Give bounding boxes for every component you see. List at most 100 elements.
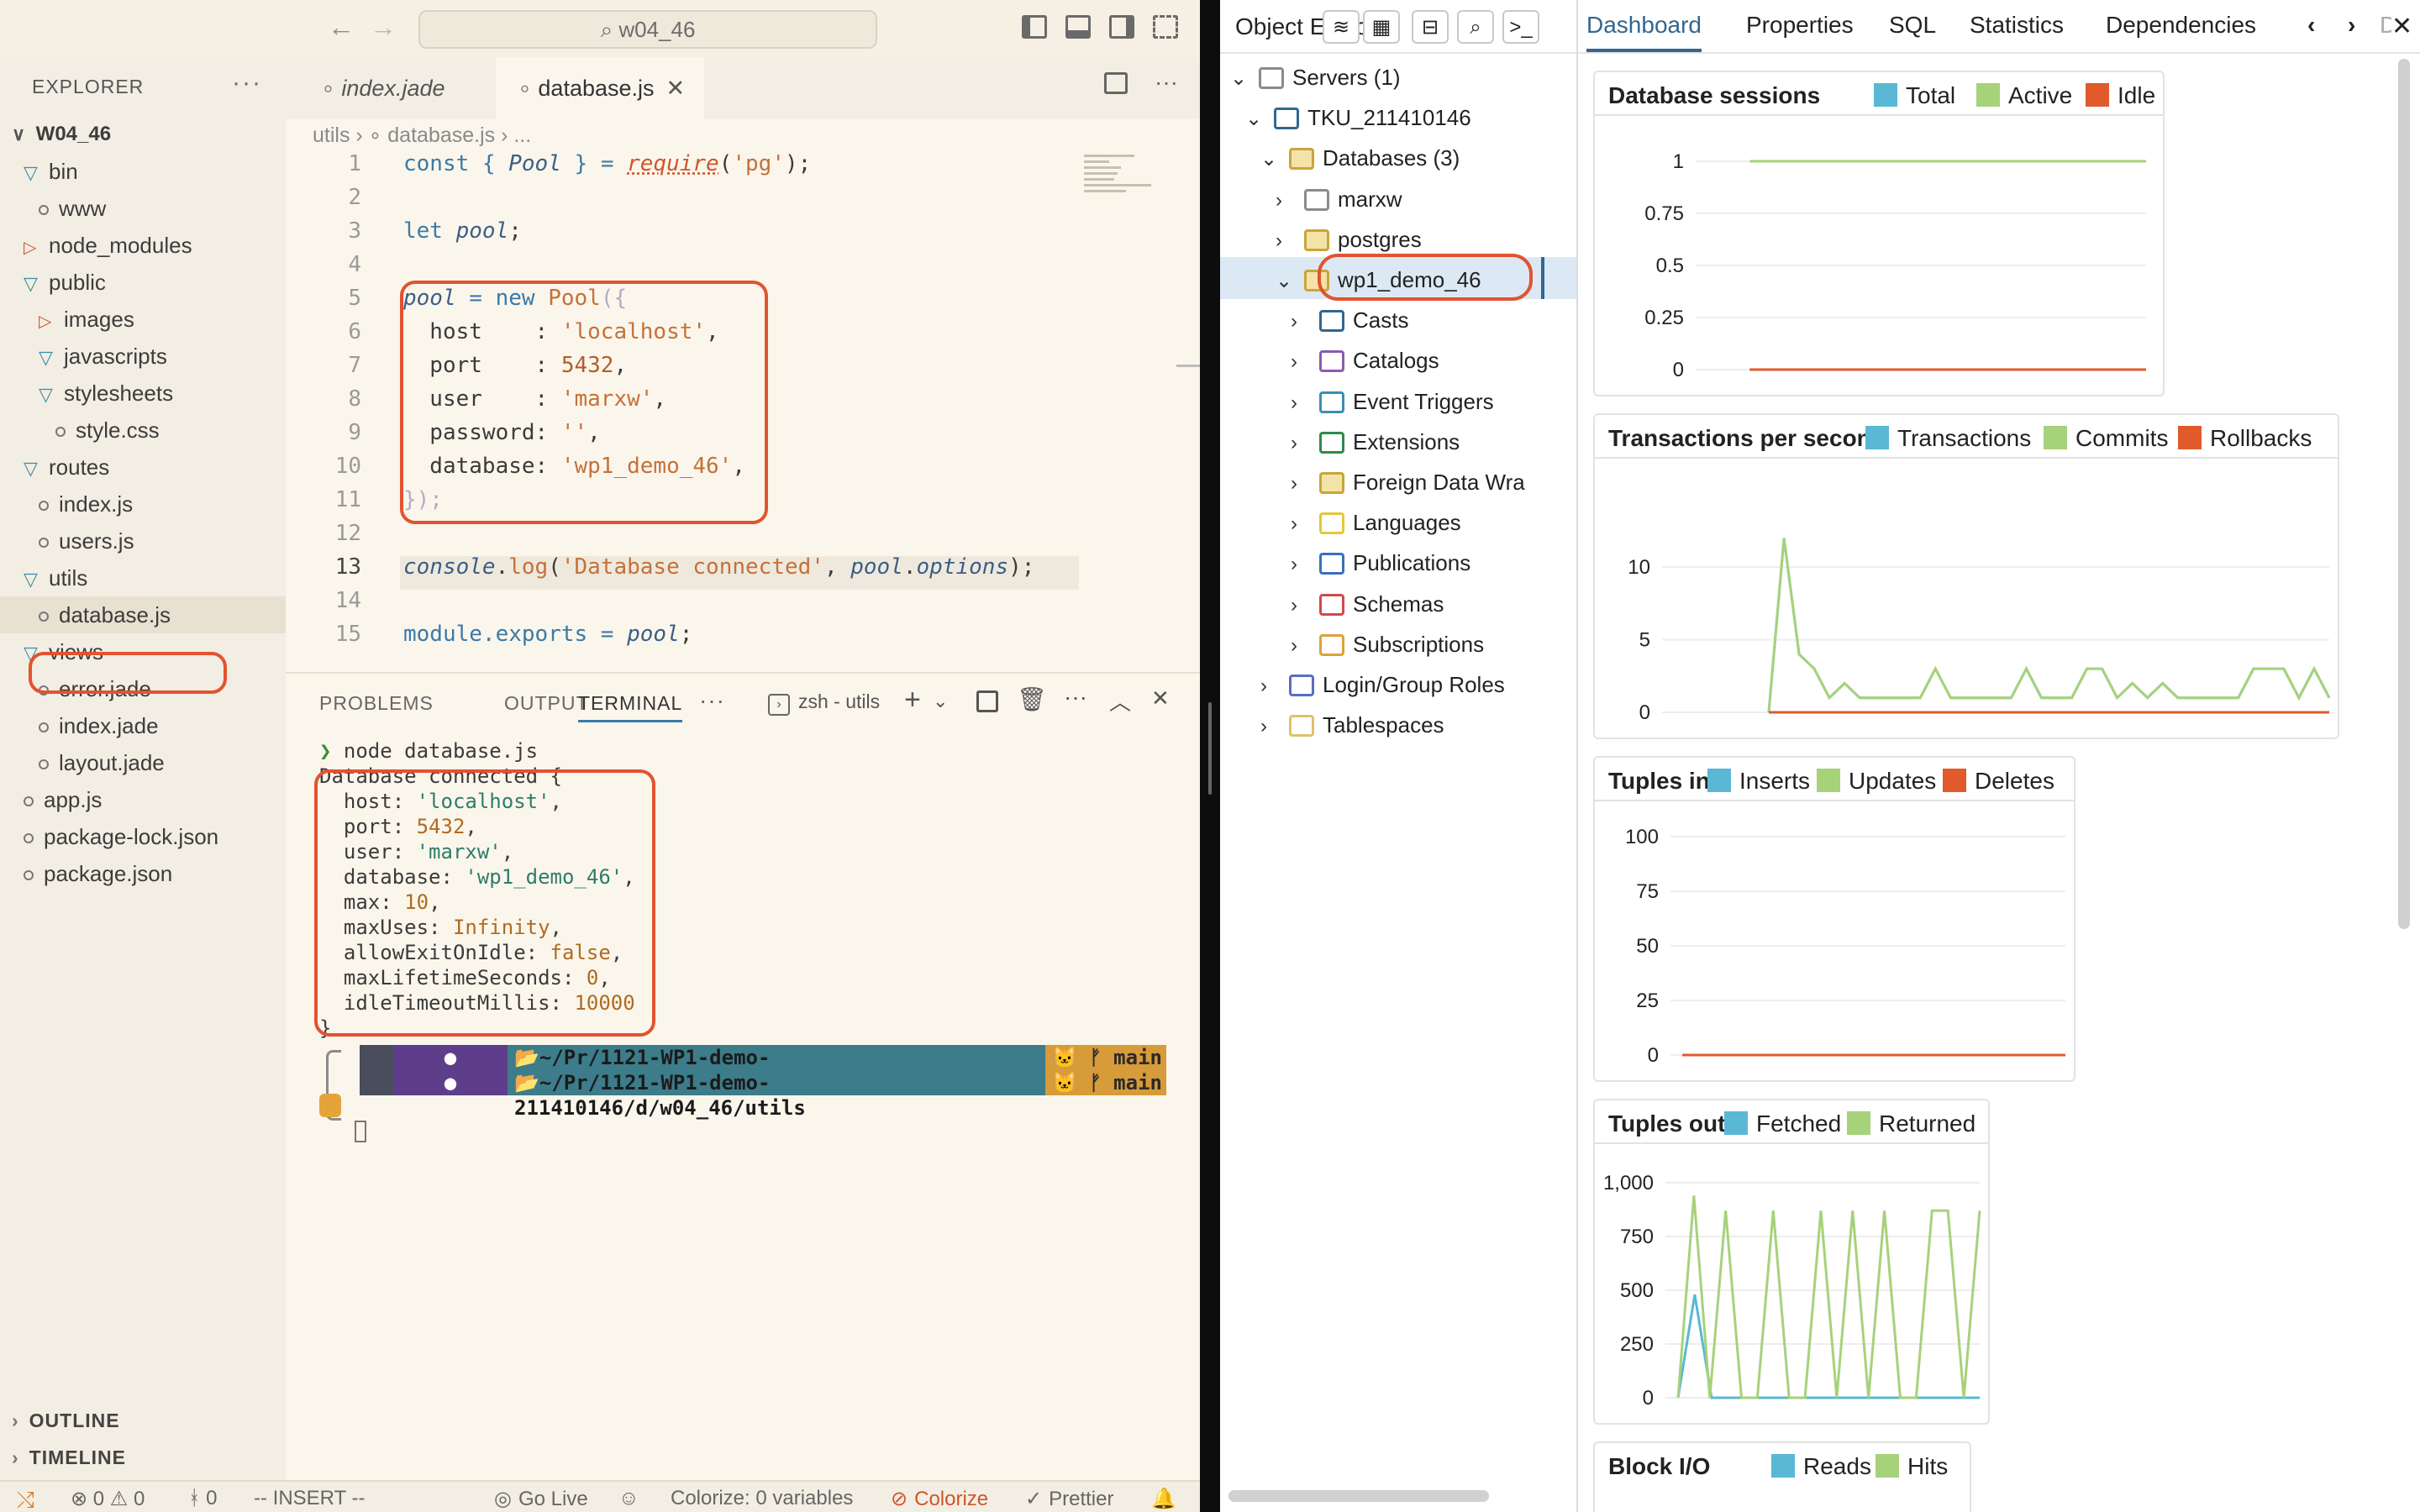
tab-terminal[interactable]: TERMINAL: [578, 692, 683, 722]
outline-section[interactable]: › OUTLINE: [0, 1403, 286, 1438]
chevron-right-icon[interactable]: ›: [1291, 423, 1319, 464]
toggle-sidebar-icon[interactable]: [1022, 15, 1047, 39]
close-icon[interactable]: ✕: [2391, 12, 2412, 41]
tree-node[interactable]: › Casts: [1291, 300, 1408, 340]
chevron-down-icon[interactable]: ⌄: [1230, 59, 1259, 99]
filter-table-icon[interactable]: ⊟: [1412, 10, 1449, 44]
chevron-down-icon[interactable]: ⌄: [1276, 261, 1304, 302]
tree-node[interactable]: › Tablespaces: [1260, 705, 1444, 745]
chevron-right-icon[interactable]: ›: [1260, 706, 1289, 747]
tree-node[interactable]: › Publications: [1291, 543, 1470, 583]
workspace-root[interactable]: ∨ W04_46: [0, 116, 286, 153]
window-divider[interactable]: [1200, 0, 1220, 1512]
tree-item[interactable]: package.json: [0, 855, 286, 892]
tab-index-jade[interactable]: ∘ index.jade: [294, 57, 496, 119]
toggle-panel-icon[interactable]: [1065, 15, 1091, 39]
tree-item[interactable]: www: [0, 190, 286, 227]
chevron-right-icon[interactable]: ›: [2348, 12, 2355, 39]
tab-database-js[interactable]: ∘ database.js ✕: [496, 57, 704, 119]
tree-item[interactable]: app.js: [0, 781, 286, 818]
terminal-selector[interactable]: › zsh - utils: [768, 690, 880, 716]
new-terminal-icon[interactable]: +: [904, 684, 921, 717]
problems-count[interactable]: ⊗ 0 ⚠ 0: [71, 1487, 145, 1511]
tab-statistics[interactable]: Statistics: [1970, 12, 2064, 39]
chevron-right-icon[interactable]: ›: [1291, 302, 1319, 342]
chevron-right-icon[interactable]: ›: [1291, 464, 1319, 504]
split-editor-icon[interactable]: [1104, 72, 1128, 94]
chevron-right-icon[interactable]: ›: [1291, 342, 1319, 382]
chevron-right-icon[interactable]: ›: [1260, 666, 1289, 706]
pane-splitter[interactable]: [1576, 0, 1578, 1512]
golive-button[interactable]: ◎ Go Live: [494, 1487, 588, 1511]
chevron-down-icon[interactable]: ⌄: [1260, 139, 1289, 180]
divider-handle[interactable]: [1208, 702, 1212, 795]
tree-item[interactable]: index.jade: [0, 707, 286, 744]
trash-icon[interactable]: 🗑: [1017, 685, 1047, 713]
tree-node[interactable]: ⌄ Databases (3): [1260, 138, 1460, 178]
tree-node[interactable]: › Extensions: [1291, 422, 1460, 462]
tab-dashboard[interactable]: Dashboard: [1586, 12, 1702, 52]
tab-problems[interactable]: PROBLEMS: [319, 692, 434, 715]
remote-icon[interactable]: ⤭: [17, 1487, 34, 1512]
chevron-down-icon[interactable]: ⌄: [933, 690, 948, 712]
prettier-button[interactable]: ✓ Prettier: [1025, 1487, 1113, 1511]
editor-scrollbar[interactable]: [1176, 365, 1200, 367]
tab-sql[interactable]: SQL: [1889, 12, 1936, 39]
split-terminal-icon[interactable]: [976, 690, 998, 712]
chevron-right-icon[interactable]: ›: [1291, 383, 1319, 423]
tree-item[interactable]: ▷ node_modules: [0, 227, 286, 264]
tree-item[interactable]: ▽ utils: [0, 559, 286, 596]
tree-item[interactable]: ▷ images: [0, 301, 286, 338]
tree-item[interactable]: ▽ routes: [0, 449, 286, 486]
chevron-down-icon[interactable]: ⌄: [1245, 99, 1274, 139]
chevron-left-icon[interactable]: ‹: [2307, 12, 2315, 39]
tab-dependencies[interactable]: Dependencies: [2106, 12, 2256, 39]
table-icon[interactable]: ▦: [1363, 10, 1400, 44]
close-icon[interactable]: ✕: [666, 76, 686, 101]
ports-count[interactable]: ᚼ 0: [188, 1487, 217, 1510]
chevron-right-icon[interactable]: ›: [1276, 221, 1304, 261]
colorize-variables[interactable]: Colorize: 0 variables: [671, 1487, 853, 1510]
dashboard-scrollbar[interactable]: [2398, 59, 2410, 929]
tree-node[interactable]: › Login/Group Roles: [1260, 664, 1505, 705]
editor-more-icon[interactable]: ···: [1155, 69, 1178, 96]
colorize-button[interactable]: ⊘ Colorize: [891, 1487, 988, 1511]
tree-item[interactable]: package-lock.json: [0, 818, 286, 855]
chevron-right-icon[interactable]: ›: [1291, 585, 1319, 626]
forward-arrow-icon[interactable]: →: [370, 12, 397, 43]
tab-properties[interactable]: Properties: [1746, 12, 1854, 39]
tree-item[interactable]: ▽ bin: [0, 153, 286, 190]
psql-tool-icon[interactable]: >_: [1502, 10, 1539, 44]
tree-node[interactable]: › Languages: [1291, 502, 1461, 543]
command-center-search[interactable]: ⌕ w04_46: [418, 10, 877, 49]
tree-horizontal-scrollbar[interactable]: [1228, 1490, 1489, 1502]
tree-item[interactable]: ▽ public: [0, 264, 286, 301]
minimap[interactable]: [1084, 151, 1168, 210]
timeline-section[interactable]: › TIMELINE: [0, 1440, 286, 1475]
tree-node[interactable]: ⌄ Servers (1): [1230, 57, 1401, 97]
maximize-panel-icon[interactable]: ︿: [1109, 685, 1131, 717]
chevron-right-icon[interactable]: ›: [1291, 626, 1319, 666]
tree-item[interactable]: database.js: [0, 596, 286, 633]
tree-item[interactable]: style.css: [0, 412, 286, 449]
tree-node[interactable]: › Foreign Data Wra: [1291, 462, 1525, 502]
search-icon[interactable]: ⌕: [1457, 10, 1494, 44]
panel-more-icon[interactable]: ···: [699, 687, 725, 714]
tree-node[interactable]: › Event Triggers: [1291, 381, 1494, 422]
tree-item[interactable]: users.js: [0, 522, 286, 559]
breadcrumb[interactable]: utils › ∘ database.js › ...: [313, 123, 531, 148]
chevron-right-icon[interactable]: ›: [1291, 504, 1319, 544]
database-icon[interactable]: ≋: [1323, 10, 1360, 44]
tree-node[interactable]: › Catalogs: [1291, 340, 1439, 381]
copilot-icon[interactable]: ☺: [618, 1487, 639, 1510]
chevron-right-icon[interactable]: ›: [1291, 544, 1319, 585]
bell-icon[interactable]: 🔔: [1151, 1487, 1176, 1511]
tree-item[interactable]: layout.jade: [0, 744, 286, 781]
close-panel-icon[interactable]: ✕: [1151, 685, 1170, 711]
tree-item[interactable]: index.js: [0, 486, 286, 522]
tree-node[interactable]: › Schemas: [1291, 584, 1444, 624]
more-actions-icon[interactable]: ···: [232, 69, 262, 97]
terminal-more-icon[interactable]: ···: [1064, 684, 1087, 711]
tree-node[interactable]: › Subscriptions: [1291, 624, 1484, 664]
customize-layout-icon[interactable]: [1153, 15, 1178, 39]
